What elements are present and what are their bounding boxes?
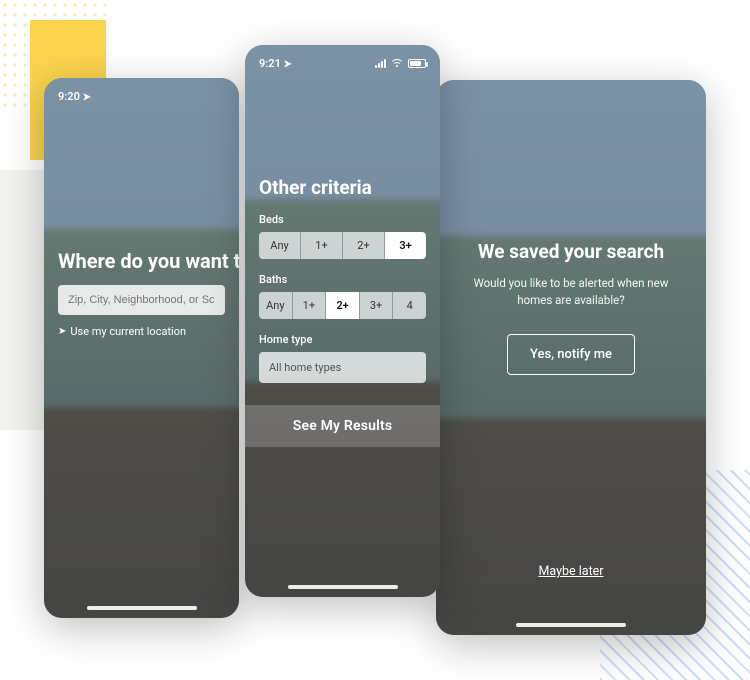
baths-option[interactable]: 2+ [326, 292, 359, 319]
baths-option[interactable]: Any [259, 292, 292, 319]
deco-gray [0, 170, 44, 430]
use-current-location-link[interactable]: ➤ Use my current location [58, 325, 225, 338]
status-bar: 9:20 ➤ [44, 78, 239, 109]
baths-option[interactable]: 1+ [293, 292, 326, 319]
home-indicator [516, 623, 626, 627]
beds-option[interactable]: 1+ [301, 232, 342, 259]
location-arrow-icon: ➤ [284, 59, 292, 70]
baths-label: Baths [259, 273, 426, 286]
signal-icon [375, 59, 386, 68]
baths-segmented-control: Any1+2+3+4 [259, 292, 426, 319]
battery-icon [408, 59, 426, 68]
status-time: 9:20 ➤ [58, 90, 91, 103]
baths-option[interactable]: 4 [393, 292, 426, 319]
status-time-text: 9:20 [58, 90, 80, 103]
status-bar: 9:21 ➤ [245, 45, 440, 76]
phone-location-search: 9:20 ➤ Where do you want to ➤ Use my cur… [44, 78, 239, 618]
beds-option[interactable]: 2+ [343, 232, 384, 259]
status-time: 9:21 ➤ [259, 57, 292, 70]
beds-option[interactable]: Any [259, 232, 300, 259]
wifi-icon [391, 59, 403, 68]
page-subtitle: Would you like to be alerted when new ho… [462, 275, 680, 310]
home-type-select[interactable]: All home types [259, 352, 426, 383]
beds-segmented-control: Any1+2+3+ [259, 232, 426, 259]
page-title: Where do you want to [58, 249, 225, 273]
page-title: We saved your search [462, 240, 680, 263]
home-indicator [87, 606, 197, 610]
beds-label: Beds [259, 213, 426, 226]
baths-option[interactable]: 3+ [360, 292, 393, 319]
use-current-location-label: Use my current location [70, 325, 186, 338]
home-indicator [288, 585, 398, 589]
phone-other-criteria: 9:21 ➤ Other criteria Beds Any1+2+3+ Bat… [245, 45, 440, 597]
page-title: Other criteria [259, 176, 426, 199]
maybe-later-link[interactable]: Maybe later [436, 564, 706, 579]
location-search-input[interactable] [58, 285, 225, 315]
phone-saved-search: We saved your search Would you like to b… [436, 80, 706, 635]
status-time-text: 9:21 [259, 57, 281, 70]
notify-me-button[interactable]: Yes, notify me [507, 334, 635, 375]
see-results-button[interactable]: See My Results [245, 405, 440, 447]
status-icons [375, 59, 426, 68]
beds-option[interactable]: 3+ [385, 232, 426, 259]
location-arrow-icon: ➤ [58, 326, 66, 337]
home-type-label: Home type [259, 333, 426, 346]
location-arrow-icon: ➤ [83, 92, 91, 103]
